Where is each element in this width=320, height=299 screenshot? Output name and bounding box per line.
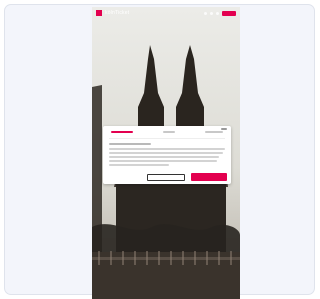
mobile-top-bar: kölnTicket [92,7,240,19]
body-line [109,160,217,162]
logo-icon[interactable] [96,10,102,16]
dot-icon[interactable] [204,11,207,15]
body-line [109,156,219,158]
tab-about[interactable] [205,131,223,133]
body-line [109,148,225,150]
logo-text[interactable]: kölnTicket [105,10,129,16]
consent-tabs [103,131,231,137]
settings-button[interactable] [147,174,185,181]
dot-icon[interactable] [210,11,213,15]
tab-consent[interactable] [111,131,133,133]
divider [109,138,225,139]
close-icon[interactable] [221,128,227,130]
primary-top-button[interactable] [222,10,236,16]
user-icon[interactable] [216,11,219,15]
body-line [109,164,169,166]
accept-all-button[interactable] [191,173,227,181]
tab-details[interactable] [163,131,175,133]
dialog-heading-line [109,143,151,145]
cookie-consent-dialog [103,126,231,184]
topbar-actions [204,10,236,16]
body-line [109,152,223,154]
